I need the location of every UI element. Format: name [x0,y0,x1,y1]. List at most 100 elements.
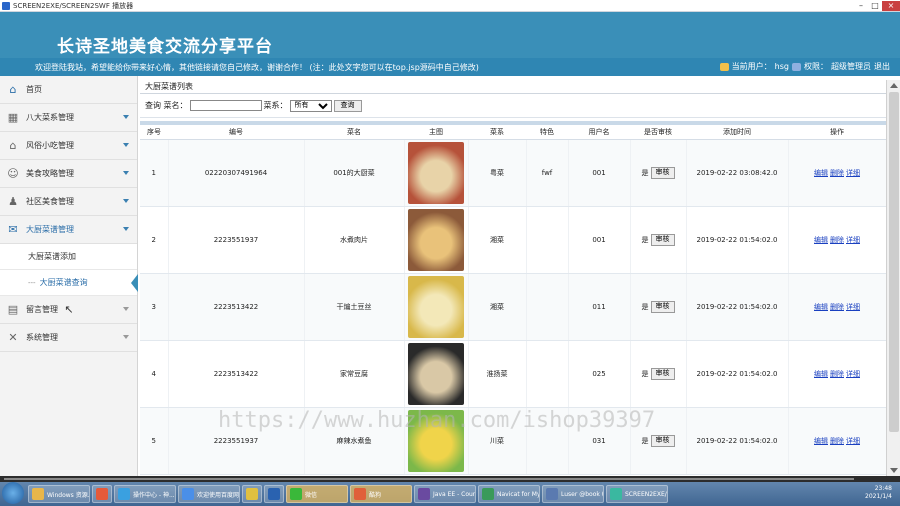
taskbar-task[interactable]: Windows 资源... [28,485,90,503]
logout-link[interactable]: 退出 [874,61,890,72]
delete-link[interactable]: 删除 [830,437,844,445]
detail-link[interactable]: 详细 [846,437,860,445]
cell-name: 干煸土豆丝 [304,273,405,341]
scroll-down-icon[interactable] [890,468,898,473]
search-row: 查询 菜名： 菜系： 所有 查询 [140,94,886,118]
audited-value: 是 [641,302,649,311]
taskbar-task[interactable] [264,485,284,503]
sidebar-subitem-recipe-query[interactable]: --- 大厨菜谱查询 [0,270,138,296]
audit-button[interactable]: 审核 [650,166,675,179]
header-time: 添加时间 [686,125,788,140]
sidebar-item-chef-recipes[interactable]: ✉ 大厨菜谱管理 [0,216,137,244]
taskbar-task[interactable]: 酷狗 [350,485,412,503]
sidebar-subitem-label: 大厨菜谱查询 [39,278,88,287]
sidebar-item-system[interactable]: ✕ 系统管理 [0,324,137,352]
clock-date: 2021/1/4 [865,493,892,500]
sidebar-item-snacks[interactable]: ⌂ 风俗小吃管理 [0,132,137,160]
sidebar-item-community[interactable]: ♟ 社区美食管理 [0,188,137,216]
panel-title: 大厨菜谱列表 [140,80,886,94]
cell-time: 2019-02-22 01:54:02.0 [686,340,789,408]
cell-audited: 是审核 [630,139,687,207]
taskbar-task[interactable]: SCREEN2EXE/E... [606,485,668,503]
cell-type: 粤菜 [468,139,527,207]
audit-button[interactable]: 审核 [650,233,675,246]
delete-link[interactable]: 删除 [830,303,844,311]
dash-icon: --- [28,278,36,287]
edit-link[interactable]: 编辑 [814,437,828,445]
chevron-down-icon [123,199,129,203]
chat-icon: ✉ [8,223,18,236]
detail-link[interactable]: 详细 [846,370,860,378]
taskbar-task[interactable] [242,485,262,503]
audited-value: 是 [641,235,649,244]
cell-no: 4 [140,340,169,408]
app-icon [610,488,622,500]
cell-no: 1 [140,139,169,207]
cell-image [404,340,469,408]
sidebar-subitem-recipe-add[interactable]: 大厨菜谱添加 [0,244,137,270]
player-progress-bar[interactable] [0,476,900,482]
table-row: 1 02220307491964 001的大厨菜 粤菜 fwf 001 是审核 2019-02… [140,139,886,207]
cell-code: 2223551937 [168,206,305,274]
scrollbar-thumb[interactable] [889,92,899,432]
cell-user: 025 [568,340,631,408]
audit-button[interactable]: 审核 [650,300,675,313]
cell-audited: 是审核 [630,273,687,341]
detail-link[interactable]: 详细 [846,169,860,177]
cell-name: 水煮肉片 [304,206,405,274]
scroll-up-icon[interactable] [890,83,898,88]
edit-link[interactable]: 编辑 [814,303,828,311]
sidebar-item-guides[interactable]: ☺ 美食攻略管理 [0,160,137,188]
detail-link[interactable]: 详细 [846,236,860,244]
audit-button[interactable]: 审核 [650,367,675,380]
window-title: SCREEN2EXE/SCREEN2SWF 播放器 [13,1,134,10]
close-button[interactable]: × [882,0,900,11]
edit-link[interactable]: 编辑 [814,169,828,177]
table-row: 3 2223513422 干煸土豆丝 湘菜 011 是审核 2019-02-22 01:54… [140,273,886,341]
cuisine-type-select[interactable]: 所有 [289,99,332,112]
audit-button[interactable]: 审核 [650,434,675,447]
detail-link[interactable]: 详细 [846,303,860,311]
taskbar-task[interactable]: 操作中心 - 神... [114,485,176,503]
user-icon [719,62,729,71]
delete-link[interactable]: 删除 [830,236,844,244]
vertical-scrollbar[interactable] [886,80,900,476]
search-name-input[interactable] [189,100,262,111]
taskbar-task[interactable]: Navicat for MyS... [478,485,540,503]
sidebar-item-cuisines[interactable]: ▦ 八大菜系管理 [0,104,137,132]
cell-actions: 编辑 删除 详细 [788,407,886,475]
sidebar-item-label: 风俗小吃管理 [26,141,74,150]
chevron-down-icon [123,143,129,147]
chevron-down-icon [123,115,129,119]
start-button[interactable] [2,482,24,504]
sidebar-item-label: 系统管理 [26,333,58,342]
dish-image [408,342,464,405]
cell-actions: 编辑 删除 详细 [788,340,886,408]
cell-type: 淮扬菜 [468,340,527,408]
delete-link[interactable]: 删除 [830,370,844,378]
edit-link[interactable]: 编辑 [814,236,828,244]
taskbar-task[interactable]: Java EE - Cours... [414,485,476,503]
edit-link[interactable]: 编辑 [814,370,828,378]
current-user-label: 当前用户： [731,62,772,71]
search-button[interactable]: 查询 [333,99,362,112]
delete-link[interactable]: 删除 [830,169,844,177]
chevron-down-icon [123,171,129,175]
cell-type: 湘菜 [468,206,527,274]
sidebar-item-home[interactable]: ⌂ 首页 [0,76,137,104]
minimize-button[interactable]: – [854,1,868,11]
table-header-row: 序号 编号 菜名 主图 菜系 特色 用户名 是否审核 添加时间 操作 [140,125,886,140]
taskbar-task[interactable]: 欢迎使用百度网盘 [178,485,240,503]
player-track[interactable] [4,478,854,480]
maximize-button[interactable]: □ [868,1,882,11]
taskbar-task[interactable]: Luser @book (l... [542,485,604,503]
header-image: 主图 [404,125,468,140]
app-icon [354,488,366,500]
cell-feature [526,340,569,408]
sidebar-subitem-label: 大厨菜谱添加 [28,252,76,261]
cell-no: 3 [140,273,169,341]
taskbar-task[interactable] [92,485,112,503]
taskbar-task[interactable]: 微信 [286,485,348,503]
sidebar-item-messages[interactable]: ▤ 留言管理 ↖ [0,296,137,324]
sidebar-item-label: 八大菜系管理 [26,113,74,122]
